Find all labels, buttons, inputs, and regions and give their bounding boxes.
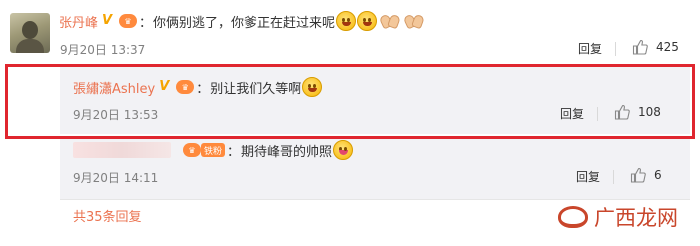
- like-button[interactable]: 425: [632, 39, 679, 55]
- smile-emoji-icon: [336, 11, 357, 31]
- reply-line: 張繡瀟Ashley V ♛ ： 别让我们久等啊: [73, 77, 323, 97]
- reply-text: 期待峰哥的帅照: [241, 144, 333, 160]
- comment-date: 9月20日 13:37: [60, 43, 146, 57]
- reply-button[interactable]: 回复: [578, 40, 602, 57]
- divider: [613, 170, 614, 184]
- vip-icon: ♛: [119, 14, 138, 28]
- like-button[interactable]: 6: [630, 167, 662, 183]
- clap-emoji-icon: [378, 12, 401, 30]
- colon: ：: [196, 81, 210, 97]
- divider: [615, 42, 616, 56]
- like-thumb-icon: [630, 167, 646, 183]
- clap-emoji-icon: [402, 12, 425, 30]
- comment-panel: 张丹峰 V ♛ ： 你俩别逃了，你爹正在赶过来呢 9月20日 13:37 回复 …: [0, 0, 700, 246]
- like-count: 108: [638, 105, 661, 119]
- reply-date: 9月20日 13:53: [73, 108, 159, 122]
- more-replies-link[interactable]: 共35条回复: [73, 206, 142, 225]
- comment-line: 张丹峰 V ♛ ： 你俩别逃了，你爹正在赶过来呢: [59, 11, 425, 31]
- smile-emoji-icon: [302, 77, 323, 97]
- reply-author[interactable]: 張繡瀟Ashley: [73, 78, 155, 97]
- highlight-box: [5, 64, 695, 139]
- comment-author[interactable]: 张丹峰: [59, 12, 98, 31]
- divider: [60, 199, 690, 200]
- verified-v-icon: V: [102, 13, 113, 28]
- reply-date: 9月20日 14:11: [73, 171, 159, 185]
- like-thumb-icon: [632, 39, 648, 55]
- like-button[interactable]: 108: [614, 104, 661, 120]
- reply-text: 别让我们久等啊: [210, 81, 302, 97]
- reply-button[interactable]: 回复: [576, 168, 600, 185]
- verified-v-icon: V: [159, 79, 170, 94]
- like-thumb-icon: [614, 104, 630, 120]
- like-count: 6: [654, 168, 662, 182]
- comment-text: 你俩别逃了，你爹正在赶过来呢: [153, 15, 336, 31]
- like-count: 425: [656, 40, 679, 54]
- divider: [597, 107, 598, 121]
- colon: ：: [139, 15, 153, 31]
- vip-icon: ♛: [176, 80, 195, 94]
- watermark-text: 广西龙网: [594, 206, 678, 230]
- watermark: 广西龙网: [558, 202, 678, 232]
- blurred-author[interactable]: [73, 142, 171, 158]
- colon: ：: [227, 144, 241, 160]
- fan-badge-icon: 铁粉: [201, 143, 226, 157]
- watermark-logo-icon: [558, 206, 588, 228]
- smile-emoji-icon: [357, 11, 378, 31]
- reply-line: ♛ 铁粉 ： 期待峰哥的帅照: [73, 140, 354, 160]
- reply-button[interactable]: 回复: [560, 105, 584, 122]
- vip-icon: ♛: [183, 143, 201, 157]
- avatar[interactable]: [10, 13, 50, 53]
- tongue-emoji-icon: [333, 140, 354, 160]
